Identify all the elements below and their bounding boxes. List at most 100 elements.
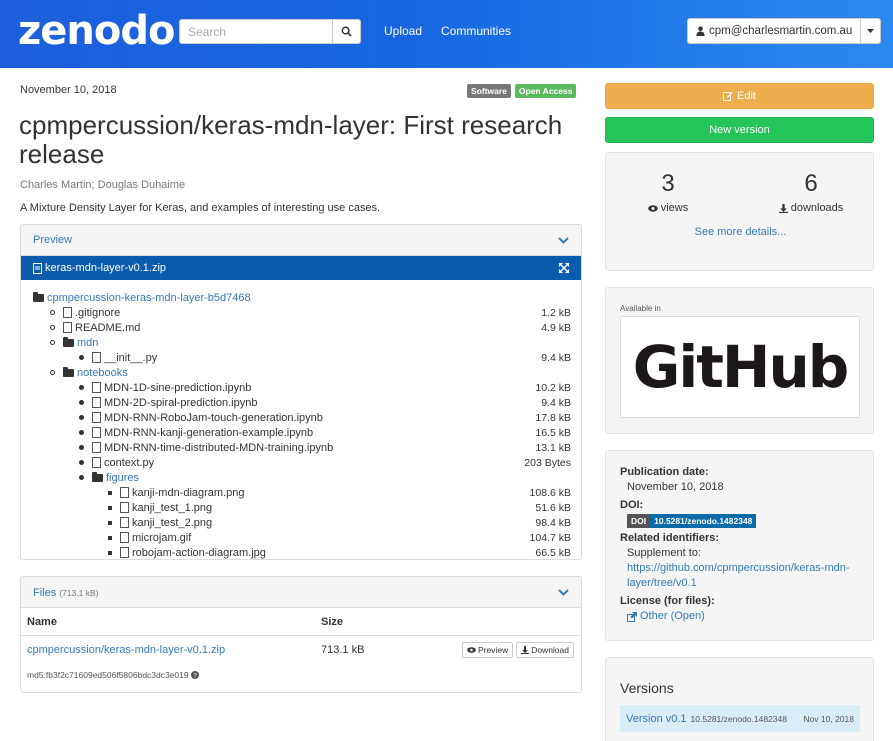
tree-file-row: .gitignore 1.2 kB <box>31 305 571 320</box>
file-name: MDN-RNN-RoboJam-touch-generation.ipynb <box>104 411 323 424</box>
files-total-size: (713.1 kB) <box>59 588 99 598</box>
list-bullet <box>50 325 55 330</box>
svg-text:?: ? <box>193 672 197 679</box>
fullscreen-icon[interactable] <box>559 263 569 273</box>
github-logo: GitHub <box>632 333 850 401</box>
doi-badge-value: 10.5281/zenodo.1482348 <box>650 514 757 528</box>
file-link[interactable]: cpmpercussion/keras-mdn-layer-v0.1.zip <box>21 644 321 656</box>
file-icon <box>120 517 129 528</box>
file-name: kanji-mdn-diagram.png <box>132 486 245 499</box>
file-name: __init__.py <box>104 351 158 364</box>
col-size: Size <box>321 615 344 628</box>
help-icon[interactable]: ? <box>191 671 200 679</box>
list-bullet <box>108 535 112 540</box>
file-size: 108.6 kB <box>529 486 571 499</box>
available-in-label: Available in <box>620 304 661 313</box>
views-label: views <box>660 202 689 214</box>
preview-panel-header[interactable]: Preview <box>21 225 581 256</box>
list-bullet <box>79 415 84 420</box>
user-icon <box>696 26 705 36</box>
file-name: MDN-1D-sine-prediction.ipynb <box>104 381 252 394</box>
list-bullet <box>108 490 112 495</box>
file-icon <box>92 442 101 453</box>
tree-file-row: README.md 4.9 kB <box>31 320 571 335</box>
file-size: 17.8 kB <box>535 411 571 424</box>
file-name: .gitignore <box>75 306 121 319</box>
folder-name[interactable]: notebooks <box>77 367 128 379</box>
files-heading: Files <box>33 587 57 599</box>
folder-name[interactable]: figures <box>106 472 139 484</box>
folder-icon <box>33 291 44 302</box>
search-input[interactable] <box>179 19 333 44</box>
tree-folder-row: cpmpercussion-keras-mdn-layer-b5d7468 <box>31 290 571 305</box>
publication-date-value: November 10, 2018 <box>627 481 724 493</box>
version-name[interactable]: Version v0.1 <box>626 713 687 725</box>
list-bullet <box>79 385 84 390</box>
related-url-link[interactable]: https://github.com/cpmpercussion/keras-m… <box>620 561 860 591</box>
user-dropdown-toggle[interactable] <box>861 18 882 44</box>
search-box <box>179 19 361 44</box>
eye-icon <box>467 647 476 653</box>
license-label: License (for files): <box>620 595 715 607</box>
search-button[interactable] <box>333 19 361 44</box>
edit-button[interactable]: Edit <box>605 83 874 109</box>
file-icon <box>92 412 101 423</box>
tree-folder-row: notebooks <box>31 365 571 380</box>
metadata-box: Publication date: November 10, 2018 DOI:… <box>605 450 874 641</box>
md5-checksum: md5:fb3f2c71609ed506f5806bdc3dc3e019 ? <box>21 664 581 680</box>
file-icon <box>120 547 129 558</box>
files-panel-header[interactable]: Files (713.1 kB) <box>21 577 581 608</box>
external-link-icon <box>627 611 637 622</box>
file-icon <box>63 307 72 318</box>
versions-heading: Versions <box>620 680 674 696</box>
file-name: kanji_test_2.png <box>132 516 213 529</box>
supplement-label: Supplement to: <box>627 547 701 559</box>
edit-icon <box>723 92 733 101</box>
record-badges: Software Open Access <box>467 84 577 98</box>
nav-upload[interactable]: Upload <box>384 24 422 38</box>
file-size: 66.5 kB <box>535 546 571 559</box>
list-bullet <box>79 400 84 405</box>
tree-file-row: context.py 203 Bytes <box>31 455 571 470</box>
list-bullet <box>50 370 55 375</box>
file-name: robojam-action-diagram.jpg <box>132 546 266 559</box>
col-name: Name <box>27 615 57 628</box>
download-icon <box>778 203 788 213</box>
download-icon <box>521 646 530 654</box>
nav-communities[interactable]: Communities <box>441 24 511 38</box>
tree-file-row: microjam.gif 104.7 kB <box>31 530 571 545</box>
user-account-button[interactable]: cpm@charlesmartin.com.au <box>687 18 862 44</box>
file-icon <box>92 382 101 393</box>
user-menu: cpm@charlesmartin.com.au <box>687 18 882 44</box>
file-name: README.md <box>75 321 141 334</box>
tree-file-row: kanji-mdn-diagram.png 108.6 kB <box>31 485 571 500</box>
new-version-button[interactable]: New version <box>605 117 874 143</box>
doi-badge[interactable]: DOI 10.5281/zenodo.1482348 <box>627 514 757 528</box>
zenodo-logo[interactable]: zenodo <box>18 9 175 53</box>
doi-label: DOI: <box>620 499 644 511</box>
file-icon <box>33 262 42 274</box>
version-row[interactable]: Version v0.1 10.5281/zenodo.1482348 Nov … <box>620 705 860 732</box>
related-identifiers-label: Related identifiers: <box>620 532 720 544</box>
file-size: 713.1 kB <box>321 644 365 656</box>
list-bullet <box>79 475 84 480</box>
preview-file-bar: keras-mdn-layer-v0.1.zip <box>21 256 581 280</box>
list-bullet <box>79 445 84 450</box>
folder-name[interactable]: mdn <box>77 337 98 349</box>
caret-down-icon <box>867 29 875 33</box>
tree-file-row: MDN-1D-sine-prediction.ipynb 10.2 kB <box>31 380 571 395</box>
file-preview-button[interactable]: Preview <box>461 642 514 658</box>
license-link[interactable]: Other (Open) <box>620 609 859 624</box>
doi-badge-prefix: DOI <box>627 514 651 528</box>
table-row: cpmpercussion/keras-mdn-layer-v0.1.zip 7… <box>21 636 581 664</box>
software-badge: Software <box>467 84 511 98</box>
tree-file-row: robojam-action-diagram.jpg 66.5 kB <box>31 545 571 559</box>
folder-name[interactable]: cpmpercussion-keras-mdn-layer-b5d7468 <box>47 292 251 304</box>
github-logo-card[interactable]: GitHub <box>620 316 860 418</box>
files-table-header: Name Size <box>21 608 581 636</box>
see-more-details-link[interactable]: See more details... <box>606 226 875 238</box>
file-download-label: Download <box>531 645 569 655</box>
file-download-button[interactable]: Download <box>516 642 574 658</box>
publication-date: November 10, 2018 <box>20 84 117 96</box>
list-bullet <box>50 310 55 315</box>
